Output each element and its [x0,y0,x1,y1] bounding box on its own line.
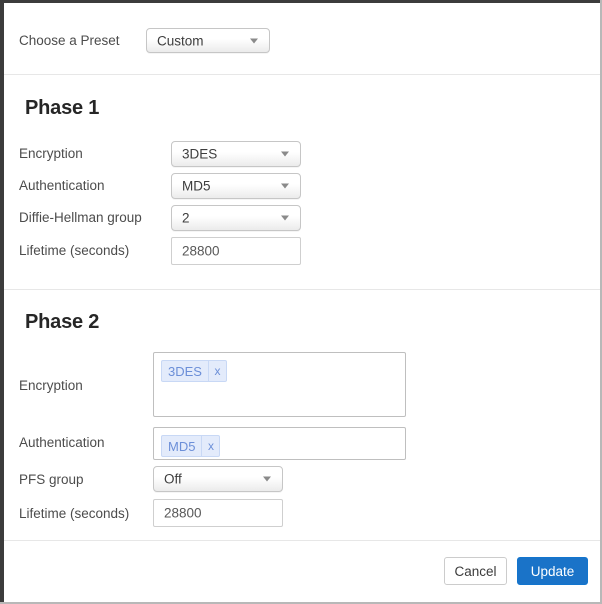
phase1-dh-group-value: 2 [182,210,190,226]
tag-label: 3DES [168,363,202,379]
phase1-encryption-value: 3DES [182,146,218,162]
phase1-dh-group-label: Diffie-Hellman group [19,210,142,225]
phase1-authentication-value: MD5 [182,178,211,194]
phase2-pfs-group-value: Off [164,471,182,487]
chevron-down-icon [281,183,289,189]
chevron-down-icon [281,215,289,221]
phase2-lifetime-value: 28800 [164,505,202,521]
phase1-encryption-label: Encryption [19,146,83,161]
tag-item[interactable]: MD5 x [161,435,221,457]
phase1-dh-group-select[interactable]: 2 [171,205,301,231]
chevron-down-icon [281,151,289,157]
preset-select[interactable]: Custom [146,28,270,53]
tag-remove-icon[interactable]: x [201,436,219,456]
preset-label: Choose a Preset [19,33,120,48]
phase1-lifetime-input[interactable]: 28800 [171,237,301,265]
phase2-lifetime-label: Lifetime (seconds) [19,506,130,521]
tag-label: MD5 [168,438,196,454]
phase1-authentication-select[interactable]: MD5 [171,173,301,199]
phase2-authentication-label: Authentication [19,435,105,450]
phase1-lifetime-value: 28800 [182,243,220,259]
divider-footer [4,540,600,541]
phase2-pfs-group-select[interactable]: Off [153,466,283,492]
phase1-lifetime-label: Lifetime (seconds) [19,243,130,258]
update-button[interactable]: Update [517,557,588,585]
phase2-lifetime-input[interactable]: 28800 [153,499,283,527]
phase1-heading: Phase 1 [25,97,100,119]
tag-remove-icon[interactable]: x [207,361,226,381]
phase2-authentication-multiselect[interactable]: MD5 x [153,427,406,460]
divider-phase1 [4,289,600,290]
phase1-authentication-label: Authentication [19,178,105,193]
preset-section: Choose a Preset Custom [4,3,600,74]
chevron-down-icon [250,38,258,43]
dialog-panel: Choose a Preset Custom Phase 1 Encryptio… [4,3,600,602]
phase2-heading: Phase 2 [25,311,100,333]
phase2-encryption-multiselect[interactable]: 3DES x [153,352,406,417]
tag-item[interactable]: 3DES x [161,360,227,382]
chevron-down-icon [263,476,271,482]
phase1-encryption-select[interactable]: 3DES [171,141,301,167]
settings-dialog: Choose a Preset Custom Phase 1 Encryptio… [0,0,602,604]
preset-select-value: Custom [157,33,204,48]
window-corner [590,592,600,602]
phase2-pfs-group-label: PFS group [19,472,84,487]
cancel-button[interactable]: Cancel [444,557,507,585]
phase2-encryption-label: Encryption [19,378,83,393]
divider-preset [4,74,600,75]
